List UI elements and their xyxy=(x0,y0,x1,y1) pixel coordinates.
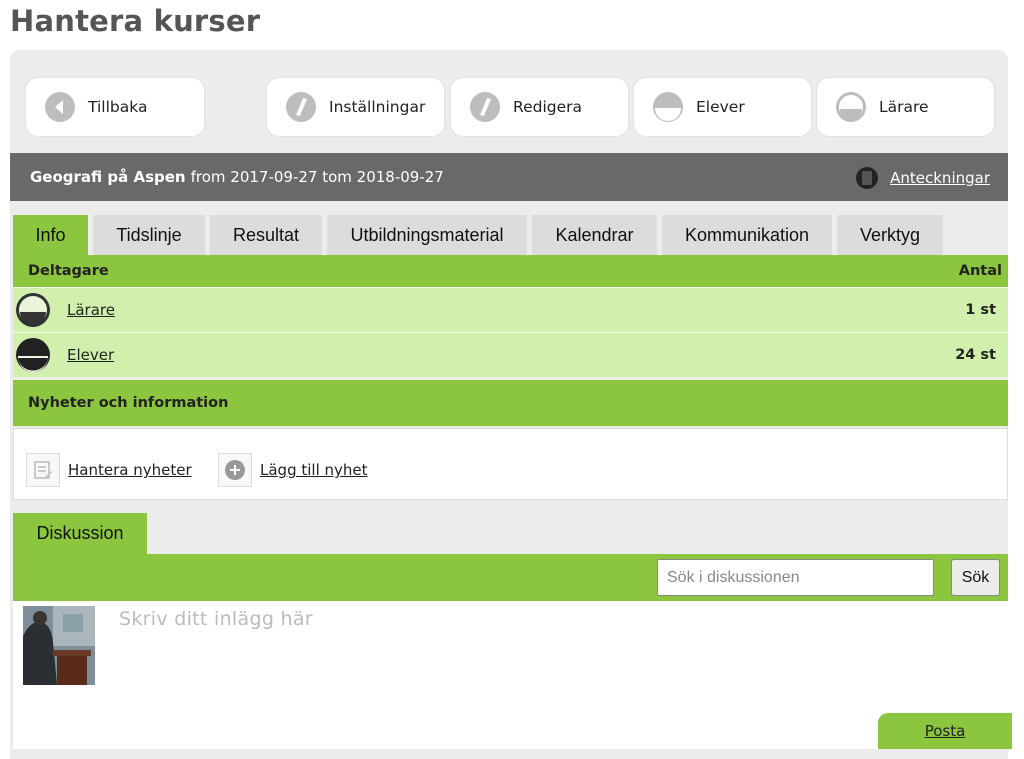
news-header: Nyheter och information xyxy=(13,380,1008,426)
teachers-button-label: Lärare xyxy=(879,98,929,116)
post-input[interactable]: Skriv ditt inlägg här xyxy=(119,608,313,630)
tab-results[interactable]: Resultat xyxy=(210,215,322,255)
back-button-label: Tillbaka xyxy=(88,98,148,116)
avatar xyxy=(23,606,95,685)
teacher-icon xyxy=(16,293,50,327)
add-news-link[interactable]: Lägg till nyhet xyxy=(218,453,368,487)
edit-button[interactable]: Redigera xyxy=(451,78,628,136)
students-link[interactable]: Elever xyxy=(67,346,114,364)
teacher-icon xyxy=(836,92,866,122)
tab-info[interactable]: Info xyxy=(13,215,88,255)
back-button[interactable]: Tillbaka xyxy=(26,78,204,136)
tab-calendars[interactable]: Kalendrar xyxy=(532,215,657,255)
course-dates: from 2017-09-27 tom 2018-09-27 xyxy=(190,168,444,186)
pencil-icon xyxy=(470,92,500,122)
tab-course-material[interactable]: Utbildningsmaterial xyxy=(327,215,527,255)
course-header: Geografi på Aspen from 2017-09-27 tom 20… xyxy=(10,153,1008,201)
edit-list-icon xyxy=(26,453,60,487)
manage-news-label: Hantera nyheter xyxy=(68,461,192,479)
participants-header-count: Antal xyxy=(958,263,1002,279)
participants-header-label: Deltagare xyxy=(28,263,109,279)
participant-row-teachers: Lärare 1 st xyxy=(13,287,1008,332)
settings-button[interactable]: Inställningar xyxy=(267,78,444,136)
post-composer: Skriv ditt inlägg här xyxy=(13,601,1008,749)
participants-header: Deltagare Antal xyxy=(13,255,1008,287)
discussion-search-button[interactable]: Sök xyxy=(951,559,1000,596)
course-name: Geografi på Aspen xyxy=(30,168,186,186)
news-body: Hantera nyheter Lägg till nyhet xyxy=(13,428,1008,500)
edit-button-label: Redigera xyxy=(513,98,583,116)
add-circle-icon xyxy=(218,453,252,487)
teachers-link[interactable]: Lärare xyxy=(67,301,115,319)
post-button[interactable]: Posta xyxy=(878,713,1012,749)
tab-tools[interactable]: Verktyg xyxy=(837,215,943,255)
pencil-icon xyxy=(286,92,316,122)
main-panel: Tillbaka Inställningar Redigera Elever L… xyxy=(10,50,1012,759)
participant-row-students: Elever 24 st xyxy=(13,332,1008,377)
students-count: 24 st xyxy=(955,347,996,363)
notes-link[interactable]: Anteckningar xyxy=(856,165,990,191)
student-icon xyxy=(653,92,683,122)
bottom-strip xyxy=(10,749,1008,759)
add-news-label: Lägg till nyhet xyxy=(260,461,368,479)
tab-discussion[interactable]: Diskussion xyxy=(13,513,147,554)
back-arrow-icon xyxy=(45,92,75,122)
tab-communication[interactable]: Kommunikation xyxy=(662,215,832,255)
participants-table: Deltagare Antal Lärare 1 st Elever 24 st xyxy=(13,255,1008,377)
page-title: Hantera kurser xyxy=(10,4,261,38)
student-icon xyxy=(16,338,50,372)
discussion-toolbar: Sök xyxy=(13,554,1008,601)
settings-button-label: Inställningar xyxy=(329,98,426,116)
students-button-label: Elever xyxy=(696,98,745,116)
tab-timeline[interactable]: Tidslinje xyxy=(93,215,205,255)
students-button[interactable]: Elever xyxy=(634,78,811,136)
discussion-search-input[interactable] xyxy=(657,559,934,596)
teachers-button[interactable]: Lärare xyxy=(817,78,994,136)
manage-news-link[interactable]: Hantera nyheter xyxy=(26,453,192,487)
notebook-icon xyxy=(856,167,879,189)
notes-label: Anteckningar xyxy=(890,169,990,187)
teachers-count: 1 st xyxy=(965,302,996,318)
